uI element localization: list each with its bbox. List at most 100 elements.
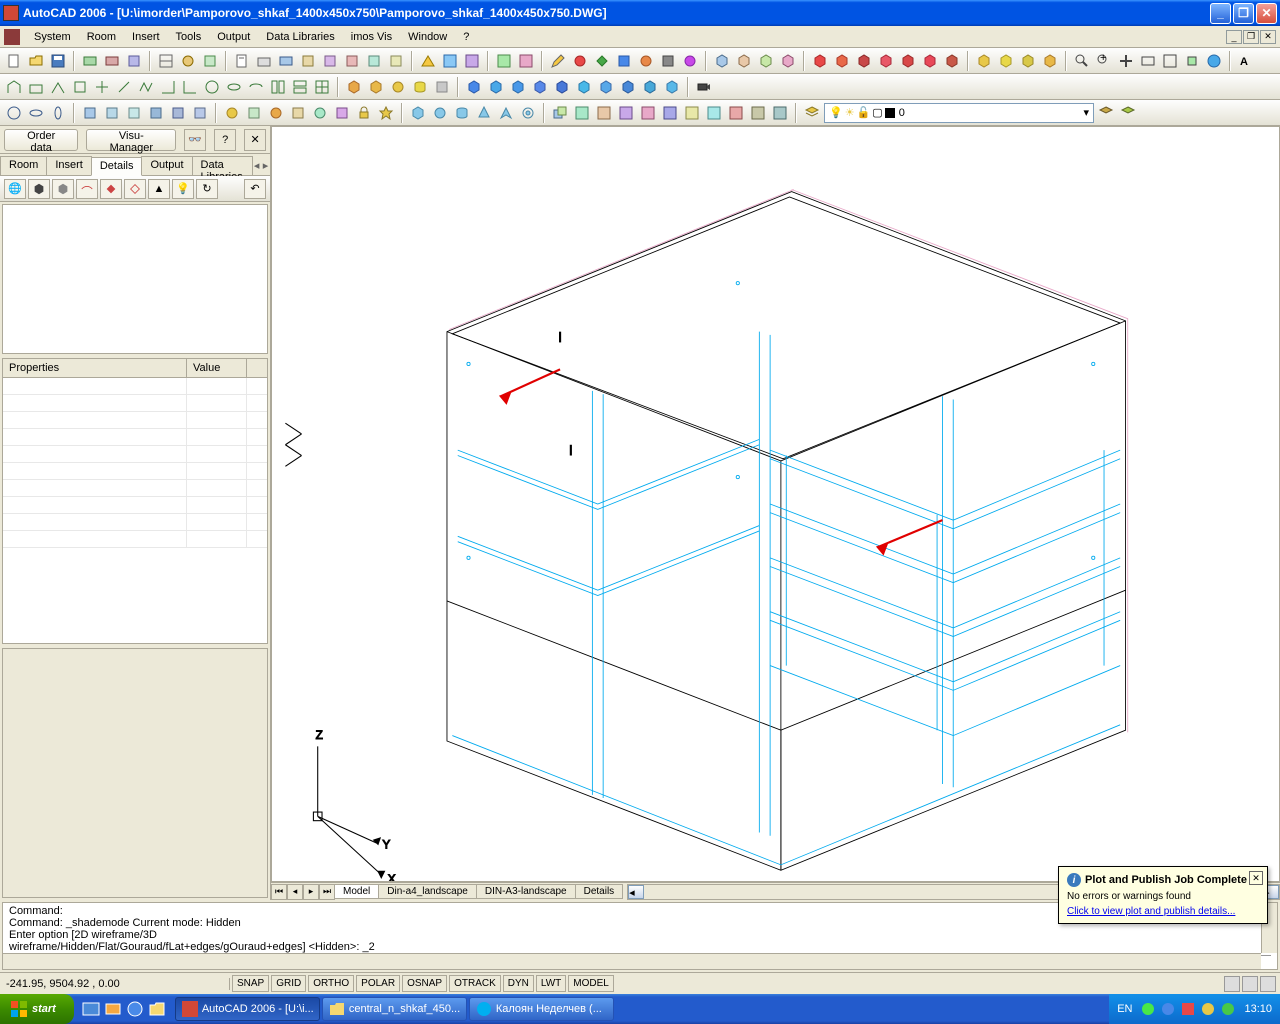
tb3-view-1[interactable] bbox=[80, 103, 100, 123]
tb2-3d-1[interactable] bbox=[344, 77, 364, 97]
tray-icon-2[interactable] bbox=[1160, 1001, 1176, 1017]
tb-btn-21[interactable] bbox=[494, 51, 514, 71]
ct-nav-first[interactable]: ⏮ bbox=[271, 884, 287, 900]
mdi-minimize[interactable]: _ bbox=[1226, 30, 1242, 44]
task-folder[interactable]: central_n_shkaf_450... bbox=[322, 997, 467, 1021]
tb-cube-red-1[interactable] bbox=[810, 51, 830, 71]
tb2-btn-1[interactable] bbox=[4, 77, 24, 97]
toggle-polar[interactable]: POLAR bbox=[356, 975, 400, 992]
glasses-icon[interactable]: 👓 bbox=[184, 129, 206, 151]
tb3-lock-icon[interactable] bbox=[354, 103, 374, 123]
tb2-btn-6[interactable] bbox=[114, 77, 134, 97]
props-col-extra[interactable] bbox=[247, 359, 267, 377]
tb-btn-16[interactable] bbox=[364, 51, 384, 71]
toggle-otrack[interactable]: OTRACK bbox=[449, 975, 501, 992]
ct-nav-prev[interactable]: ◂ bbox=[287, 884, 303, 900]
dt-undo-icon[interactable]: ↶ bbox=[244, 179, 266, 199]
tb2-3d-4[interactable] bbox=[410, 77, 430, 97]
tb2-3d-2[interactable] bbox=[366, 77, 386, 97]
tb2-blue-6[interactable] bbox=[574, 77, 594, 97]
tb-btn-29[interactable] bbox=[680, 51, 700, 71]
tb-zoom-icon-1[interactable] bbox=[1072, 51, 1092, 71]
menu-insert[interactable]: Insert bbox=[124, 29, 168, 45]
close-button[interactable]: ✕ bbox=[1256, 3, 1277, 24]
tab-nav-right[interactable]: ▸ bbox=[261, 156, 270, 175]
tb-btn-15[interactable] bbox=[342, 51, 362, 71]
toggle-snap[interactable]: SNAP bbox=[232, 975, 269, 992]
tb2-btn-15[interactable] bbox=[312, 77, 332, 97]
menu-tools[interactable]: Tools bbox=[168, 29, 210, 45]
dt-btn-6[interactable] bbox=[124, 179, 146, 199]
notify-link[interactable]: Click to view plot and publish details..… bbox=[1067, 906, 1259, 917]
tb-cube-yellow-1[interactable] bbox=[974, 51, 994, 71]
tb3-op-10[interactable] bbox=[748, 103, 768, 123]
tb3-misc-8[interactable] bbox=[376, 103, 396, 123]
tb-btn-17[interactable] bbox=[386, 51, 406, 71]
tb3-view-2[interactable] bbox=[102, 103, 122, 123]
canvas-tab-details[interactable]: Details bbox=[575, 884, 624, 899]
status-icon-1[interactable] bbox=[1224, 976, 1240, 992]
language-indicator[interactable]: EN bbox=[1117, 1003, 1132, 1015]
tb-btn-11[interactable] bbox=[254, 51, 274, 71]
task-skype[interactable]: Калоян Неделчев (... bbox=[469, 997, 614, 1021]
tb3-misc-4[interactable] bbox=[288, 103, 308, 123]
tb3-prim-2[interactable] bbox=[430, 103, 450, 123]
tb2-btn-11[interactable] bbox=[224, 77, 244, 97]
tb3-layer-btn-2[interactable] bbox=[1118, 103, 1138, 123]
tb-cube-red-5[interactable] bbox=[898, 51, 918, 71]
tb-btn-13[interactable] bbox=[298, 51, 318, 71]
tb3-prim-5[interactable] bbox=[496, 103, 516, 123]
tb3-prim-4[interactable] bbox=[474, 103, 494, 123]
tb3-misc-6[interactable] bbox=[332, 103, 352, 123]
toggle-grid[interactable]: GRID bbox=[271, 975, 306, 992]
tb-btn-6[interactable] bbox=[124, 51, 144, 71]
tb-cube-red-3[interactable] bbox=[854, 51, 874, 71]
tb-btn-7[interactable] bbox=[156, 51, 176, 71]
tb-btn-25[interactable] bbox=[592, 51, 612, 71]
tb-cube-yellow-2[interactable] bbox=[996, 51, 1016, 71]
toggle-osnap[interactable]: OSNAP bbox=[402, 975, 447, 992]
tb2-blue-9[interactable] bbox=[640, 77, 660, 97]
order-data-button[interactable]: Order data bbox=[4, 129, 78, 151]
tb2-btn-12[interactable] bbox=[246, 77, 266, 97]
tb-pencil-icon[interactable] bbox=[548, 51, 568, 71]
tb2-btn-5[interactable] bbox=[92, 77, 112, 97]
tree-area[interactable] bbox=[2, 204, 268, 354]
tb3-prim-6[interactable] bbox=[518, 103, 538, 123]
tb3-op-8[interactable] bbox=[704, 103, 724, 123]
tb-btn-14[interactable] bbox=[320, 51, 340, 71]
tb2-3d-3[interactable] bbox=[388, 77, 408, 97]
tab-output[interactable]: Output bbox=[141, 156, 192, 175]
cmd-hscroll[interactable] bbox=[3, 953, 1261, 969]
status-icon-2[interactable] bbox=[1242, 976, 1258, 992]
tb2-btn-7[interactable] bbox=[136, 77, 156, 97]
task-autocad[interactable]: AutoCAD 2006 - [U:\i... bbox=[175, 997, 320, 1021]
toggle-dyn[interactable]: DYN bbox=[503, 975, 534, 992]
tb2-blue-2[interactable] bbox=[486, 77, 506, 97]
tb-btn-5[interactable] bbox=[102, 51, 122, 71]
tb2-blue-7[interactable] bbox=[596, 77, 616, 97]
tb3-misc-2[interactable] bbox=[244, 103, 264, 123]
tb-pan-icon[interactable] bbox=[1116, 51, 1136, 71]
tb3-op-3[interactable] bbox=[594, 103, 614, 123]
menu-help[interactable]: ? bbox=[455, 29, 477, 45]
tb-btn-20[interactable] bbox=[462, 51, 482, 71]
tb3-op-11[interactable] bbox=[770, 103, 790, 123]
tb-btn-26[interactable] bbox=[614, 51, 634, 71]
menu-room[interactable]: Room bbox=[79, 29, 124, 45]
tb-btn-24[interactable] bbox=[570, 51, 590, 71]
tb2-btn-3[interactable] bbox=[48, 77, 68, 97]
tb2-btn-9[interactable] bbox=[180, 77, 200, 97]
toggle-model[interactable]: MODEL bbox=[568, 975, 614, 992]
tb2-blue-5[interactable] bbox=[552, 77, 572, 97]
tb-btn-22[interactable] bbox=[516, 51, 536, 71]
tb3-view-3[interactable] bbox=[124, 103, 144, 123]
layer-combo[interactable]: 💡☀🔓▢ 0 ▾ bbox=[824, 103, 1094, 123]
canvas-tab-model[interactable]: Model bbox=[334, 884, 379, 899]
tb-btn-zoom-4[interactable] bbox=[1160, 51, 1180, 71]
tb2-btn-14[interactable] bbox=[290, 77, 310, 97]
menu-output[interactable]: Output bbox=[209, 29, 258, 45]
tb3-btn-3[interactable] bbox=[48, 103, 68, 123]
ql-show-desktop-icon[interactable] bbox=[82, 1000, 100, 1018]
notify-close-button[interactable]: ✕ bbox=[1249, 871, 1263, 885]
